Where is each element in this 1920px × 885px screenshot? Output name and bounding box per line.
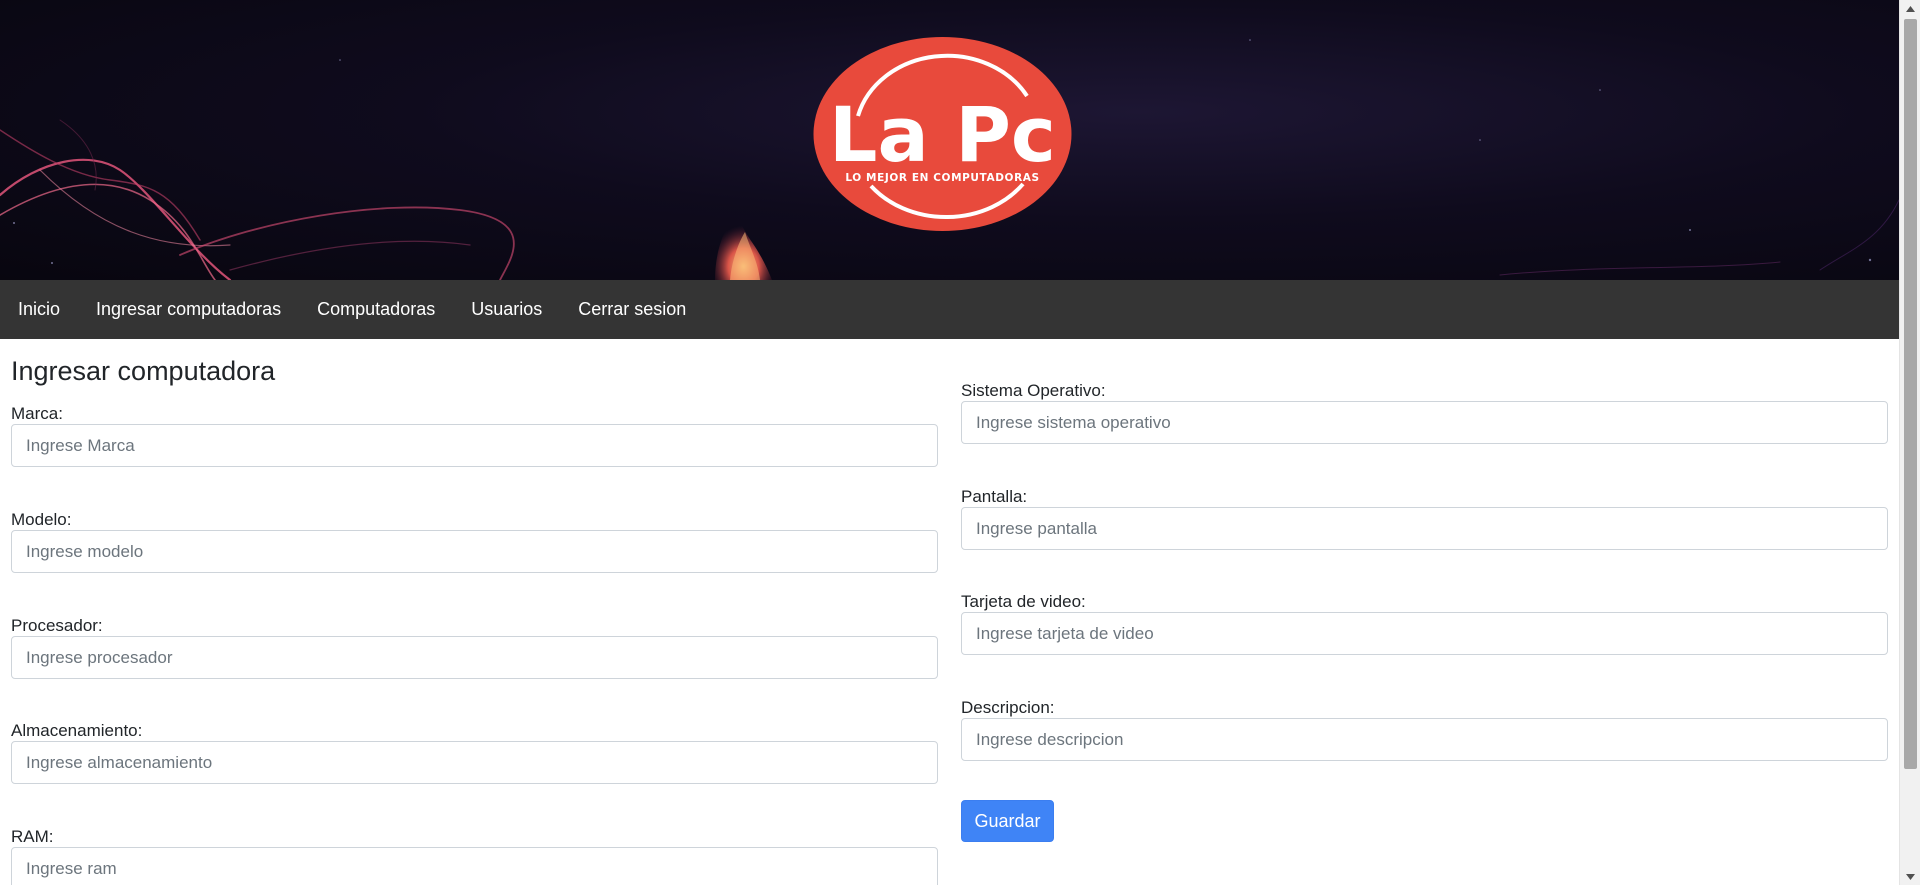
logo-tagline-text: LO MEJOR EN COMPUTADORAS [845,172,1039,184]
procesador-field-group: Procesador: [11,614,938,679]
logo-emblem: La Pc LO MEJOR EN COMPUTADORAS [813,37,1072,231]
almacenamiento-field-group: Almacenamiento: [11,719,938,784]
descripcion-label: Descripcion: [961,698,1055,717]
ram-input[interactable] [11,847,938,885]
procesador-input[interactable] [11,636,938,679]
descripcion-field-group: Descripcion: [961,696,1888,761]
vertical-scrollbar[interactable] [1899,0,1920,885]
page: La Pc LO MEJOR EN COMPUTADORAS Inicio In… [0,0,1899,885]
modelo-label: Modelo: [11,510,72,529]
tarjeta-de-video-field-group: Tarjeta de video: [961,590,1888,655]
header-banner: La Pc LO MEJOR EN COMPUTADORAS [0,0,1899,280]
nav-link-inicio[interactable]: Inicio [18,299,60,320]
scroll-up-arrow-icon[interactable] [1900,0,1920,17]
tarjeta-de-video-input[interactable] [961,612,1888,655]
page-title: Ingresar computadora [11,356,276,386]
nav-link-cerrar-sesion[interactable]: Cerrar sesion [578,299,686,320]
logo-title-text: La Pc [829,90,1056,179]
procesador-label: Procesador: [11,616,103,635]
site-logo[interactable]: La Pc LO MEJOR EN COMPUTADORAS [813,36,1072,232]
sistema-operativo-input[interactable] [961,401,1888,444]
pantalla-input[interactable] [961,507,1888,550]
marca-field-group: Marca: [11,402,938,467]
pantalla-label: Pantalla: [961,487,1028,506]
ram-label: RAM: [11,827,54,846]
nav-link-usuarios[interactable]: Usuarios [471,299,542,320]
modelo-input[interactable] [11,530,938,573]
sistema-operativo-field-group: Sistema Operativo: [961,379,1888,444]
ram-field-group: RAM: [11,825,938,885]
main-navbar: Inicio Ingresar computadoras Computadora… [0,280,1899,339]
tarjeta-de-video-label: Tarjeta de video: [961,592,1086,611]
almacenamiento-input[interactable] [11,741,938,784]
scrollbar-thumb[interactable] [1904,19,1917,769]
almacenamiento-label: Almacenamiento: [11,721,143,740]
marca-input[interactable] [11,424,938,467]
guardar-button[interactable]: Guardar [961,800,1054,842]
pantalla-field-group: Pantalla: [961,485,1888,550]
marca-label: Marca: [11,404,63,423]
scroll-down-arrow-icon[interactable] [1900,868,1920,885]
modelo-field-group: Modelo: [11,508,938,573]
descripcion-input[interactable] [961,718,1888,761]
nav-link-computadoras[interactable]: Computadoras [317,299,435,320]
nav-link-ingresar-computadoras[interactable]: Ingresar computadoras [96,299,281,320]
sistema-operativo-label: Sistema Operativo: [961,381,1106,400]
